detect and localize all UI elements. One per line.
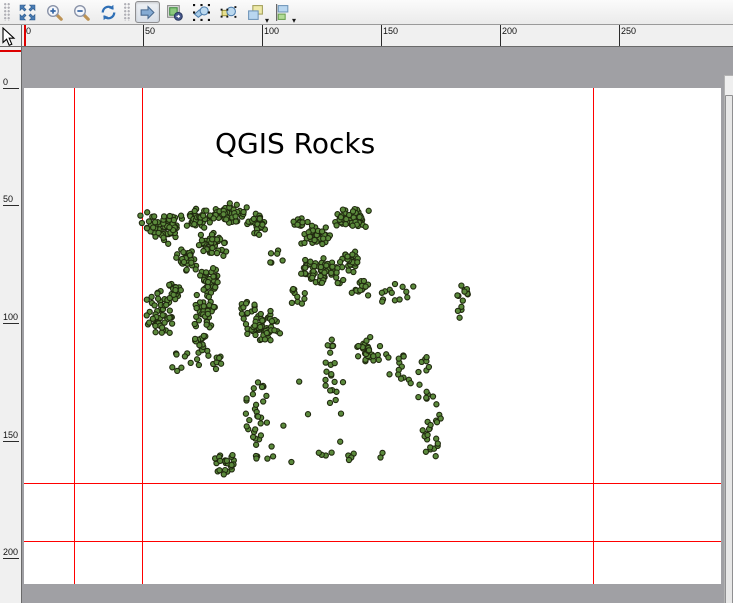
hruler-tick [381, 25, 382, 46]
hruler-tick [262, 25, 263, 46]
raise-items-icon [247, 4, 264, 21]
select-move-item-button[interactable] [135, 1, 160, 23]
move-item-content-button[interactable] [162, 1, 187, 23]
vruler-tick [3, 323, 19, 324]
hruler-label: 250 [621, 26, 636, 36]
raise-items-button[interactable]: ▾ [243, 1, 268, 23]
vruler-label: 200 [3, 547, 18, 557]
map-item-points[interactable] [22, 47, 733, 603]
toolbar: ▾ ▾ [0, 0, 733, 25]
zoom-in-button[interactable] [42, 1, 67, 23]
ungroup-items-button[interactable] [216, 1, 241, 23]
hruler-label: 50 [145, 26, 155, 36]
hruler-label: 150 [383, 26, 398, 36]
align-items-button[interactable]: ▾ [270, 1, 295, 23]
vertical-scrollbar[interactable] [724, 75, 733, 603]
zoom-full-button[interactable] [15, 1, 40, 23]
scrollbar-thumb[interactable] [725, 95, 733, 603]
refresh-icon [100, 4, 117, 21]
group-items-button[interactable] [189, 1, 214, 23]
move-item-content-icon [166, 4, 183, 21]
vruler-label: 0 [3, 77, 8, 87]
vertical-ruler[interactable]: 0 50 100 150 200 [0, 47, 22, 603]
workspace: QGIS Rocks 0 50 100 150 200 [0, 47, 733, 603]
hruler-label: 0 [26, 26, 31, 36]
hruler-label: 100 [264, 26, 279, 36]
hruler-tick [619, 25, 620, 46]
vruler-cursor-marker [0, 50, 21, 52]
toolbar-handle[interactable] [124, 3, 130, 21]
vruler-tick [3, 205, 19, 206]
select-move-item-icon [139, 4, 156, 21]
vruler-tick [3, 558, 19, 559]
ungroup-items-icon [220, 4, 237, 21]
hruler-tick [500, 25, 501, 46]
qgis-print-composer-window: ▾ ▾ 0 50 100 150 200 250 QGIS Rocks 0 50 100 150… [0, 0, 733, 603]
vruler-tick [3, 441, 19, 442]
dropdown-arrow-icon[interactable]: ▾ [265, 17, 269, 25]
align-items-icon [274, 4, 291, 21]
mouse-cursor-icon [2, 27, 16, 47]
hruler-label: 200 [502, 26, 517, 36]
vruler-label: 100 [3, 312, 18, 322]
zoom-out-button[interactable] [69, 1, 94, 23]
toolbar-handle[interactable] [4, 3, 10, 21]
dropdown-arrow-icon[interactable]: ▾ [292, 17, 296, 25]
map-title-label[interactable]: QGIS Rocks [215, 127, 375, 160]
group-items-icon [193, 4, 210, 21]
refresh-view-button[interactable] [96, 1, 121, 23]
zoom-out-icon [73, 4, 90, 21]
composer-canvas[interactable]: QGIS Rocks [22, 47, 733, 603]
vruler-tick [3, 88, 19, 89]
vruler-label: 150 [3, 430, 18, 440]
vruler-label: 50 [3, 194, 13, 204]
zoom-full-icon [19, 4, 36, 21]
horizontal-ruler[interactable]: 0 50 100 150 200 250 [22, 25, 733, 47]
zoom-in-icon [46, 4, 63, 21]
hruler-cursor-marker [24, 25, 26, 46]
hruler-tick [143, 25, 144, 46]
